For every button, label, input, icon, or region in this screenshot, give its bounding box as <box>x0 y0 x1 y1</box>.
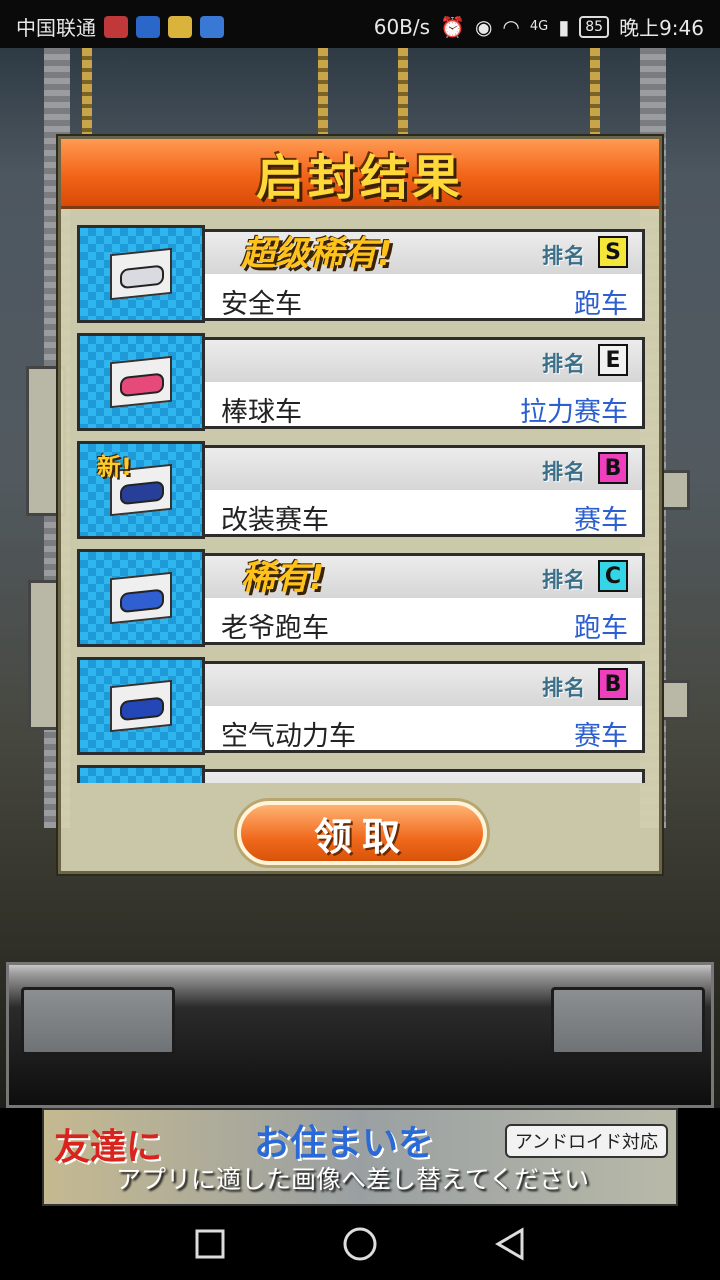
car-info: 排名 B 改装赛车 赛车 <box>205 445 645 537</box>
car-icon <box>120 480 164 506</box>
rarity-tag: 稀有! <box>241 558 325 598</box>
star-notification-icon <box>168 15 192 38</box>
result-card[interactable]: 稀有! 排名 C 老爷跑车 跑车 <box>77 549 645 647</box>
car-name: 改装赛车 <box>221 505 329 536</box>
car-class: 跑车 <box>574 613 628 644</box>
paw-notification-icon <box>200 15 224 38</box>
claim-button-label: 领取 <box>313 814 410 859</box>
car-icon <box>120 696 164 722</box>
car-name: 棒球车 <box>221 397 302 428</box>
rarity-tag: 超级稀有! <box>241 234 393 274</box>
home-button[interactable] <box>340 1224 380 1264</box>
car-class: 赛车 <box>574 505 628 536</box>
car-box-icon <box>110 247 172 301</box>
car-name: 安全车 <box>221 289 302 320</box>
ad-android-badge: アンドロイド対応 <box>504 1124 668 1158</box>
car-icon <box>120 588 164 614</box>
rank-label: 排名 <box>542 352 586 376</box>
vpn-icon <box>136 15 160 38</box>
dialog-title-bar: 启封结果 <box>61 139 659 209</box>
eye-icon: ◉ <box>474 14 493 39</box>
grade-badge: C <box>598 560 628 592</box>
result-card[interactable]: 新! 排名 B 改装赛车 赛车 <box>77 441 645 539</box>
car-class: 跑车 <box>574 289 628 320</box>
time-label: 晚上9:46 <box>619 16 704 40</box>
result-card[interactable]: 排名 B 空气动力车 赛车 <box>77 657 645 755</box>
car-icon <box>120 264 164 290</box>
navigation-bar <box>0 1208 720 1280</box>
ad-text-middle: お住まいを <box>254 1123 435 1164</box>
dock-right-button[interactable] <box>551 987 705 1055</box>
card-header-strip <box>205 772 642 783</box>
grade-badge: B <box>598 452 628 484</box>
rank-label: 排名 <box>542 676 586 700</box>
ad-overlay-text: アプリに適した画像へ差し替えてください <box>116 1165 590 1194</box>
car-class: 拉力赛车 <box>520 397 628 428</box>
claim-button[interactable]: 领取 <box>237 801 487 865</box>
car-box-icon <box>110 679 172 733</box>
square-icon <box>195 1229 225 1259</box>
dock-left-button[interactable] <box>21 987 175 1055</box>
circle-icon <box>343 1227 377 1261</box>
background-chain <box>398 48 408 138</box>
grade-badge: E <box>598 344 628 376</box>
dialog-title: 启封结果 <box>255 149 464 206</box>
car-box-thumbnail <box>77 657 205 755</box>
new-tag: 新! <box>97 453 132 481</box>
car-box-thumbnail <box>77 333 205 431</box>
background-machine <box>660 680 690 720</box>
grade-badge: B <box>598 668 628 700</box>
rank-label: 排名 <box>542 568 586 592</box>
car-box-icon <box>110 355 172 409</box>
carrier-label: 中国联通 <box>16 16 96 40</box>
rank-label: 排名 <box>542 460 586 484</box>
car-box-icon <box>110 571 172 625</box>
car-info: 排名 E 棒球车 拉力赛车 <box>205 337 645 429</box>
ad-banner[interactable]: 友達に お住まいを アンドロイド対応 アプリに適した画像へ差し替えてください <box>42 1108 678 1206</box>
car-box-thumbnail <box>77 765 205 783</box>
background-machine <box>660 470 690 510</box>
back-button[interactable] <box>490 1224 530 1264</box>
rank-label: 排名 <box>542 244 586 268</box>
car-icon <box>120 372 164 398</box>
car-box-thumbnail <box>77 225 205 323</box>
result-list[interactable]: 超级稀有! 排名 S 安全车 跑车 排名 E 棒球车 拉力赛车 新! 排名 B 改装赛车 赛车 稀有! 排名 C… <box>77 225 645 783</box>
signal-icon: ▮ <box>558 14 570 39</box>
app-notification-icon <box>104 15 128 38</box>
car-info: 稀有! 排名 C 老爷跑车 跑车 <box>205 553 645 645</box>
car-name: 空气动力车 <box>221 721 356 752</box>
recent-apps-button[interactable] <box>190 1224 230 1264</box>
background-chain <box>82 48 92 138</box>
car-info <box>205 769 645 783</box>
background-chain <box>590 48 600 138</box>
wifi-icon: ◠ <box>502 14 520 39</box>
grade-badge: S <box>598 236 628 268</box>
car-info: 超级稀有! 排名 S 安全车 跑车 <box>205 229 645 321</box>
car-box-thumbnail <box>77 549 205 647</box>
network-type: 4G <box>529 19 549 34</box>
battery-indicator: 85 <box>579 15 610 38</box>
alarm-icon: ⏰ <box>440 14 465 39</box>
car-name: 老爷跑车 <box>221 613 329 644</box>
unboxing-result-dialog: 启封结果 超级稀有! 排名 S 安全车 跑车 排名 E 棒球车 拉力赛车 新! 排名 B 改装赛车 赛车稀… <box>58 136 662 874</box>
background-chain <box>318 48 328 138</box>
network-speed: 60B/s <box>373 14 431 39</box>
status-bar: 中国联通 60B/s ⏰ ◉ ◠ 4G ▮ 85 晚上9:46 <box>0 0 720 48</box>
car-info: 排名 B 空气动力车 赛车 <box>205 661 645 753</box>
screen: 中国联通 60B/s ⏰ ◉ ◠ 4G ▮ 85 晚上9:46 启封结果 超级稀… <box>0 0 720 1280</box>
car-class: 赛车 <box>574 721 628 752</box>
result-card[interactable]: 超级稀有! 排名 S 安全车 跑车 <box>77 225 645 323</box>
bottom-dock <box>6 962 714 1108</box>
triangle-back-icon <box>495 1227 524 1261</box>
result-card-partial[interactable] <box>77 765 645 783</box>
result-card[interactable]: 排名 E 棒球车 拉力赛车 <box>77 333 645 431</box>
